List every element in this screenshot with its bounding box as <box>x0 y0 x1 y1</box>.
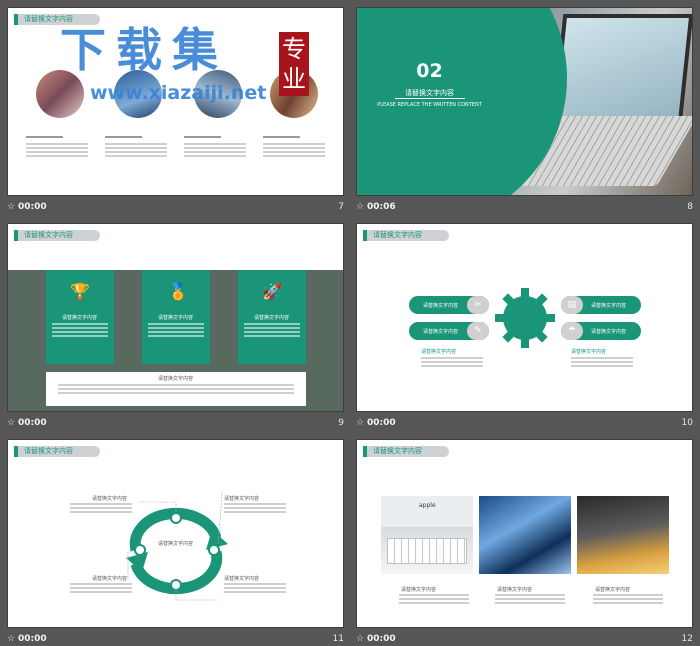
pill-right-bottom: ☂ 请替换文字内容 <box>561 322 641 340</box>
slide-footer-12: ☆ 00:00 12 <box>356 634 693 644</box>
trophy-icon: 🏆 <box>70 282 90 301</box>
slide-label-tag: 请替换文字内容 <box>14 230 100 241</box>
pencil-icon: ✎ <box>467 322 489 340</box>
slide-thumbnail-9[interactable]: 请替换文字内容 🏆 请替换文字内容 🏅 请替换文字内容 🚀 请替换文字内容 请替… <box>7 223 344 412</box>
star-icon: ☆ <box>356 634 365 644</box>
cycle-diagram <box>126 492 228 601</box>
divider <box>395 98 465 99</box>
star-icon: ☆ <box>7 418 16 428</box>
star-icon: ☆ <box>7 202 16 212</box>
slide-thumbnail-12[interactable]: 请替换文字内容 apple 请替换文字内容 请替换文字内容 请替换文字内容 <box>356 439 693 628</box>
umbrella-icon: ☂ <box>561 322 583 340</box>
section-title: 请替换文字内容 <box>405 89 454 97</box>
watermark-url: www.xiazaiji.net <box>90 82 267 104</box>
pill-left-bottom: 请替换文字内容 ✎ <box>409 322 489 340</box>
text-column-2 <box>105 136 167 159</box>
star-icon: ☆ <box>356 202 365 212</box>
slide-footer-9: ☆ 00:00 9 <box>7 418 344 428</box>
photo-skyscrapers <box>479 496 571 574</box>
slide-footer-7: ☆ 00:00 7 <box>7 202 344 212</box>
bottom-panel: 请替换文字内容 <box>46 372 306 406</box>
pill-right-top: ▤ 请替换文字内容 <box>561 296 641 314</box>
slide-thumbnail-10[interactable]: 请替换文字内容 请替换文字内容 ✂ 请替换文字内容 ✎ ▤ 请替换文字内容 ☂ … <box>356 223 693 412</box>
slide-label-tag: 请替换文字内容 <box>363 446 449 457</box>
feature-box-1: 🏆 请替换文字内容 <box>46 270 114 364</box>
photo-city-night <box>577 496 669 574</box>
document-icon: ▤ <box>561 296 583 314</box>
slide-footer-10: ☆ 00:00 10 <box>356 418 693 428</box>
feature-box-3: 🚀 请替换文字内容 <box>238 270 306 364</box>
star-icon: ☆ <box>7 634 16 644</box>
text-column-3 <box>184 136 246 159</box>
watermark-badge: 专业 <box>279 32 309 96</box>
slide-thumbnail-8[interactable]: 02 请替换文字内容 PLEASE REPLACE THE WRITTEN CO… <box>356 7 693 196</box>
pill-left-top: 请替换文字内容 ✂ <box>409 296 489 314</box>
slide-footer-8: ☆ 00:06 8 <box>356 202 693 212</box>
watermark-title: 下载集 <box>60 23 228 77</box>
photo-keyboard: apple <box>381 496 473 574</box>
text-column-1 <box>26 136 88 159</box>
wrench-icon: ✂ <box>467 296 489 314</box>
slide-footer-11: ☆ 00:00 11 <box>7 634 344 644</box>
medal-icon: 🏅 <box>168 282 188 301</box>
slide-thumbnail-11[interactable]: 请替换文字内容 请替换文字内容 请替换文字内容 请替换文字内容 请替换文字内容 … <box>7 439 344 628</box>
rocket-icon: 🚀 <box>262 282 282 301</box>
text-column-4 <box>263 136 325 159</box>
star-icon: ☆ <box>356 418 365 428</box>
gear-diagram <box>495 288 555 348</box>
section-subtitle: PLEASE REPLACE THE WRITTEN CONTENT <box>377 102 482 108</box>
section-number: 02 <box>416 60 443 82</box>
feature-box-2: 🏅 请替换文字内容 <box>142 270 210 364</box>
slide-thumbnail-7[interactable]: 请替换文字内容 下载集 专业 www.xiazaiji.net <box>7 7 344 196</box>
